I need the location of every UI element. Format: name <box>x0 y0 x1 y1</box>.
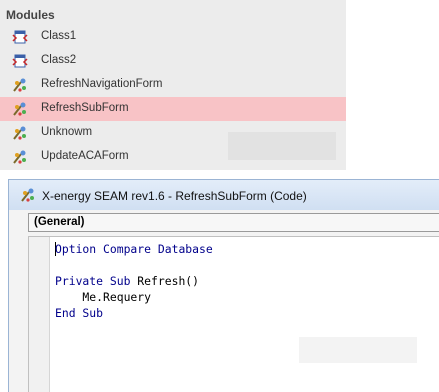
code-line: Private Sub Refresh() <box>55 274 200 288</box>
object-dropdown-value: (General) <box>34 216 85 228</box>
faded-overlay <box>299 337 417 363</box>
form-module-icon <box>13 102 26 116</box>
margin-indicator-bar[interactable] <box>29 237 50 392</box>
code-editor[interactable]: Option Compare Database Private Sub Refr… <box>28 236 439 392</box>
class-module-icon <box>12 54 28 68</box>
module-item-label: UpdateACAForm <box>41 150 129 162</box>
modules-panel: Modules Class1 Class2 RefreshNavigationF… <box>0 0 346 170</box>
form-module-icon <box>13 126 26 140</box>
form-module-icon <box>21 188 34 202</box>
form-module-icon <box>13 150 26 164</box>
code-window-title: X-energy SEAM rev1.6 - RefreshSubForm (C… <box>42 189 307 203</box>
module-item-class1[interactable]: Class1 <box>0 25 346 49</box>
object-dropdown[interactable]: (General) <box>28 213 439 232</box>
module-item-label: Class2 <box>41 54 77 66</box>
code-line: Option Compare Database <box>55 242 213 256</box>
module-item-label: RefreshNavigationForm <box>41 78 163 90</box>
module-item-label: Unknowm <box>41 126 93 138</box>
module-item-class2[interactable]: Class2 <box>0 49 346 73</box>
code-line: Me.Requery <box>55 290 152 304</box>
form-module-icon <box>13 78 26 92</box>
faded-overlay <box>228 132 336 160</box>
code-line: End Sub <box>55 306 104 320</box>
module-item-refreshnavigationform[interactable]: RefreshNavigationForm <box>0 73 346 97</box>
code-window: X-energy SEAM rev1.6 - RefreshSubForm (C… <box>8 179 439 392</box>
module-item-label: RefreshSubForm <box>41 102 129 114</box>
modules-header: Modules <box>6 8 55 22</box>
module-item-label: Class1 <box>41 30 77 42</box>
module-item-refreshsubform[interactable]: RefreshSubForm <box>0 97 346 121</box>
code-window-title-bar[interactable]: X-energy SEAM rev1.6 - RefreshSubForm (C… <box>9 180 439 210</box>
class-module-icon <box>12 30 28 44</box>
